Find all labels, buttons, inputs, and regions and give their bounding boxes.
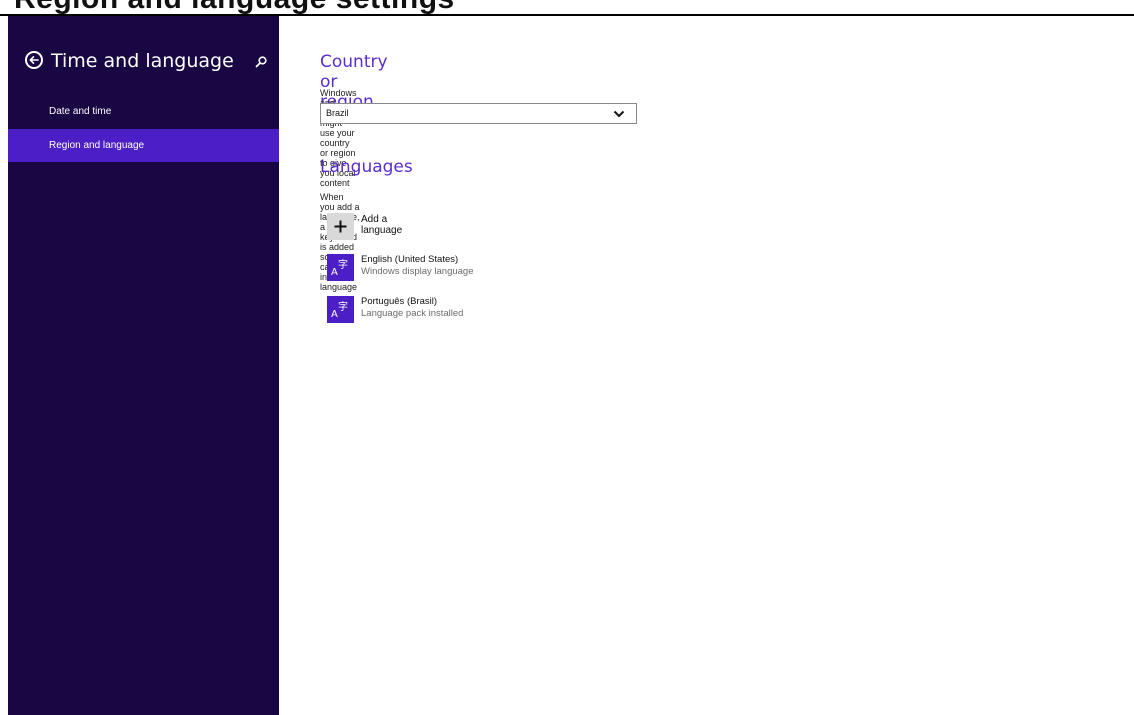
- language-item-english[interactable]: A 字 English (United States) Windows disp…: [327, 254, 647, 284]
- sidebar-title: Time and language: [51, 50, 234, 72]
- sidebar-item-label: Date and time: [49, 106, 112, 117]
- sidebar-item-date-and-time[interactable]: Date and time: [8, 95, 279, 128]
- search-icon[interactable]: [253, 54, 269, 70]
- sidebar: Time and language Date and time Region a…: [8, 16, 279, 715]
- language-name: English (United States): [361, 254, 459, 265]
- svg-text:A: A: [331, 309, 338, 320]
- language-character-icon: A 字: [327, 296, 354, 323]
- language-status: Language pack installed: [361, 308, 464, 319]
- sidebar-item-region-and-language[interactable]: Region and language: [8, 129, 279, 162]
- country-select-value: Brazil: [326, 108, 349, 118]
- add-language-label[interactable]: Add a language: [361, 214, 402, 236]
- languages-heading: Languages: [320, 157, 413, 177]
- plus-icon: [334, 220, 347, 233]
- chevron-down-icon: [613, 110, 625, 118]
- language-item-portuguese[interactable]: A 字 Português (Brasil) Language pack ins…: [327, 296, 647, 326]
- overlay-caption: Region and language settings: [0, 0, 1134, 16]
- add-language-button[interactable]: [327, 213, 354, 240]
- language-status: Windows display language: [361, 266, 474, 277]
- sidebar-item-label: Region and language: [49, 140, 145, 151]
- back-arrow-icon[interactable]: [25, 51, 43, 69]
- language-name: Português (Brasil): [361, 296, 438, 307]
- svg-text:字: 字: [338, 258, 348, 271]
- svg-text:字: 字: [338, 300, 348, 313]
- svg-text:A: A: [331, 267, 338, 278]
- language-character-icon: A 字: [327, 254, 354, 281]
- country-select[interactable]: Brazil: [320, 103, 637, 124]
